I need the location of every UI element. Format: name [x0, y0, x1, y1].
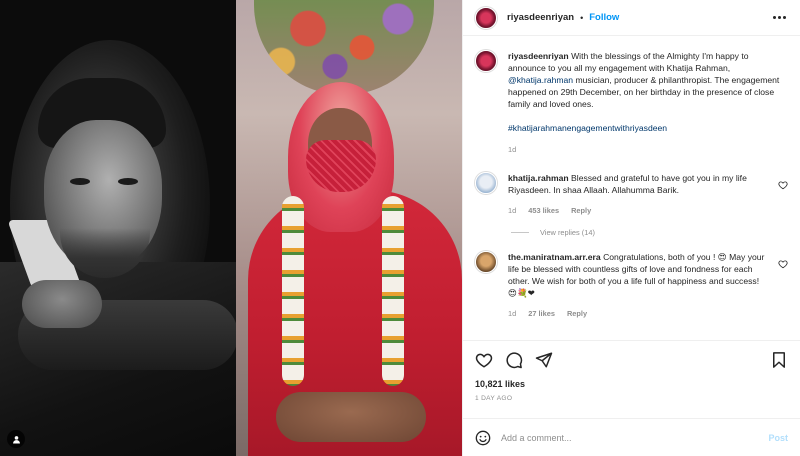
- caption-avatar[interactable]: [475, 50, 497, 72]
- follow-button[interactable]: Follow: [589, 12, 619, 23]
- comment-like-icon[interactable]: [778, 180, 788, 190]
- caption: riyasdeenriyan With the blessings of the…: [475, 50, 788, 156]
- instagram-post: riyasdeenriyan • Follow riyasdeenriyan W…: [0, 0, 800, 456]
- comment-time[interactable]: 1d: [508, 205, 516, 217]
- heart-icon[interactable]: [475, 351, 493, 369]
- post-actions: 10,821 likes 1 DAY AGO: [463, 340, 800, 418]
- comment-likes[interactable]: 27 likes: [528, 308, 555, 320]
- likes-count[interactable]: 10,821 likes: [475, 379, 788, 389]
- comment-like-icon[interactable]: [778, 259, 788, 269]
- user-tag-icon[interactable]: [7, 430, 25, 448]
- comment-likes[interactable]: 453 likes: [528, 205, 559, 217]
- author-avatar[interactable]: [475, 6, 497, 29]
- caption-hashtag[interactable]: #khatijarahmanengagementwithriyasdeen: [508, 123, 667, 133]
- photo-bride: [236, 0, 462, 456]
- post-header: riyasdeenriyan • Follow: [463, 0, 800, 36]
- emoji-icon[interactable]: [475, 430, 491, 446]
- post-comment-button[interactable]: Post: [768, 433, 788, 443]
- caption-time[interactable]: 1d: [508, 144, 516, 156]
- author-username[interactable]: riyasdeenriyan: [507, 12, 574, 23]
- view-replies-label: View replies (14): [540, 228, 595, 237]
- caption-username[interactable]: riyasdeenriyan: [508, 51, 569, 61]
- post-media[interactable]: [0, 0, 462, 456]
- comment-icon[interactable]: [505, 351, 523, 369]
- comment-avatar[interactable]: [475, 251, 497, 273]
- post-timestamp[interactable]: 1 DAY AGO: [475, 395, 788, 402]
- share-icon[interactable]: [535, 351, 553, 369]
- comment-avatar[interactable]: [475, 172, 497, 194]
- add-comment-bar: Post: [463, 418, 800, 456]
- comment-username[interactable]: the.maniratnam.arr.era: [508, 252, 601, 262]
- comment-item: khatija.rahman Blessed and grateful to h…: [475, 172, 788, 217]
- reply-button[interactable]: Reply: [567, 308, 587, 320]
- comment-item: the.maniratnam.arr.era Congratulations, …: [475, 251, 788, 320]
- comment-username[interactable]: khatija.rahman: [508, 173, 569, 183]
- more-options-icon[interactable]: [773, 16, 786, 19]
- comment-input[interactable]: [501, 432, 769, 443]
- comment-time[interactable]: 1d: [508, 308, 516, 320]
- post-sidebar: riyasdeenriyan • Follow riyasdeenriyan W…: [462, 0, 800, 456]
- photo-groom: [0, 0, 236, 456]
- caption-mention[interactable]: @khatija.rahman: [508, 75, 573, 85]
- reply-button[interactable]: Reply: [571, 205, 591, 217]
- bookmark-icon[interactable]: [770, 351, 788, 369]
- view-replies-button[interactable]: View replies (14): [511, 228, 788, 237]
- comments-section: riyasdeenriyan With the blessings of the…: [463, 36, 800, 340]
- separator-dot: •: [580, 12, 584, 23]
